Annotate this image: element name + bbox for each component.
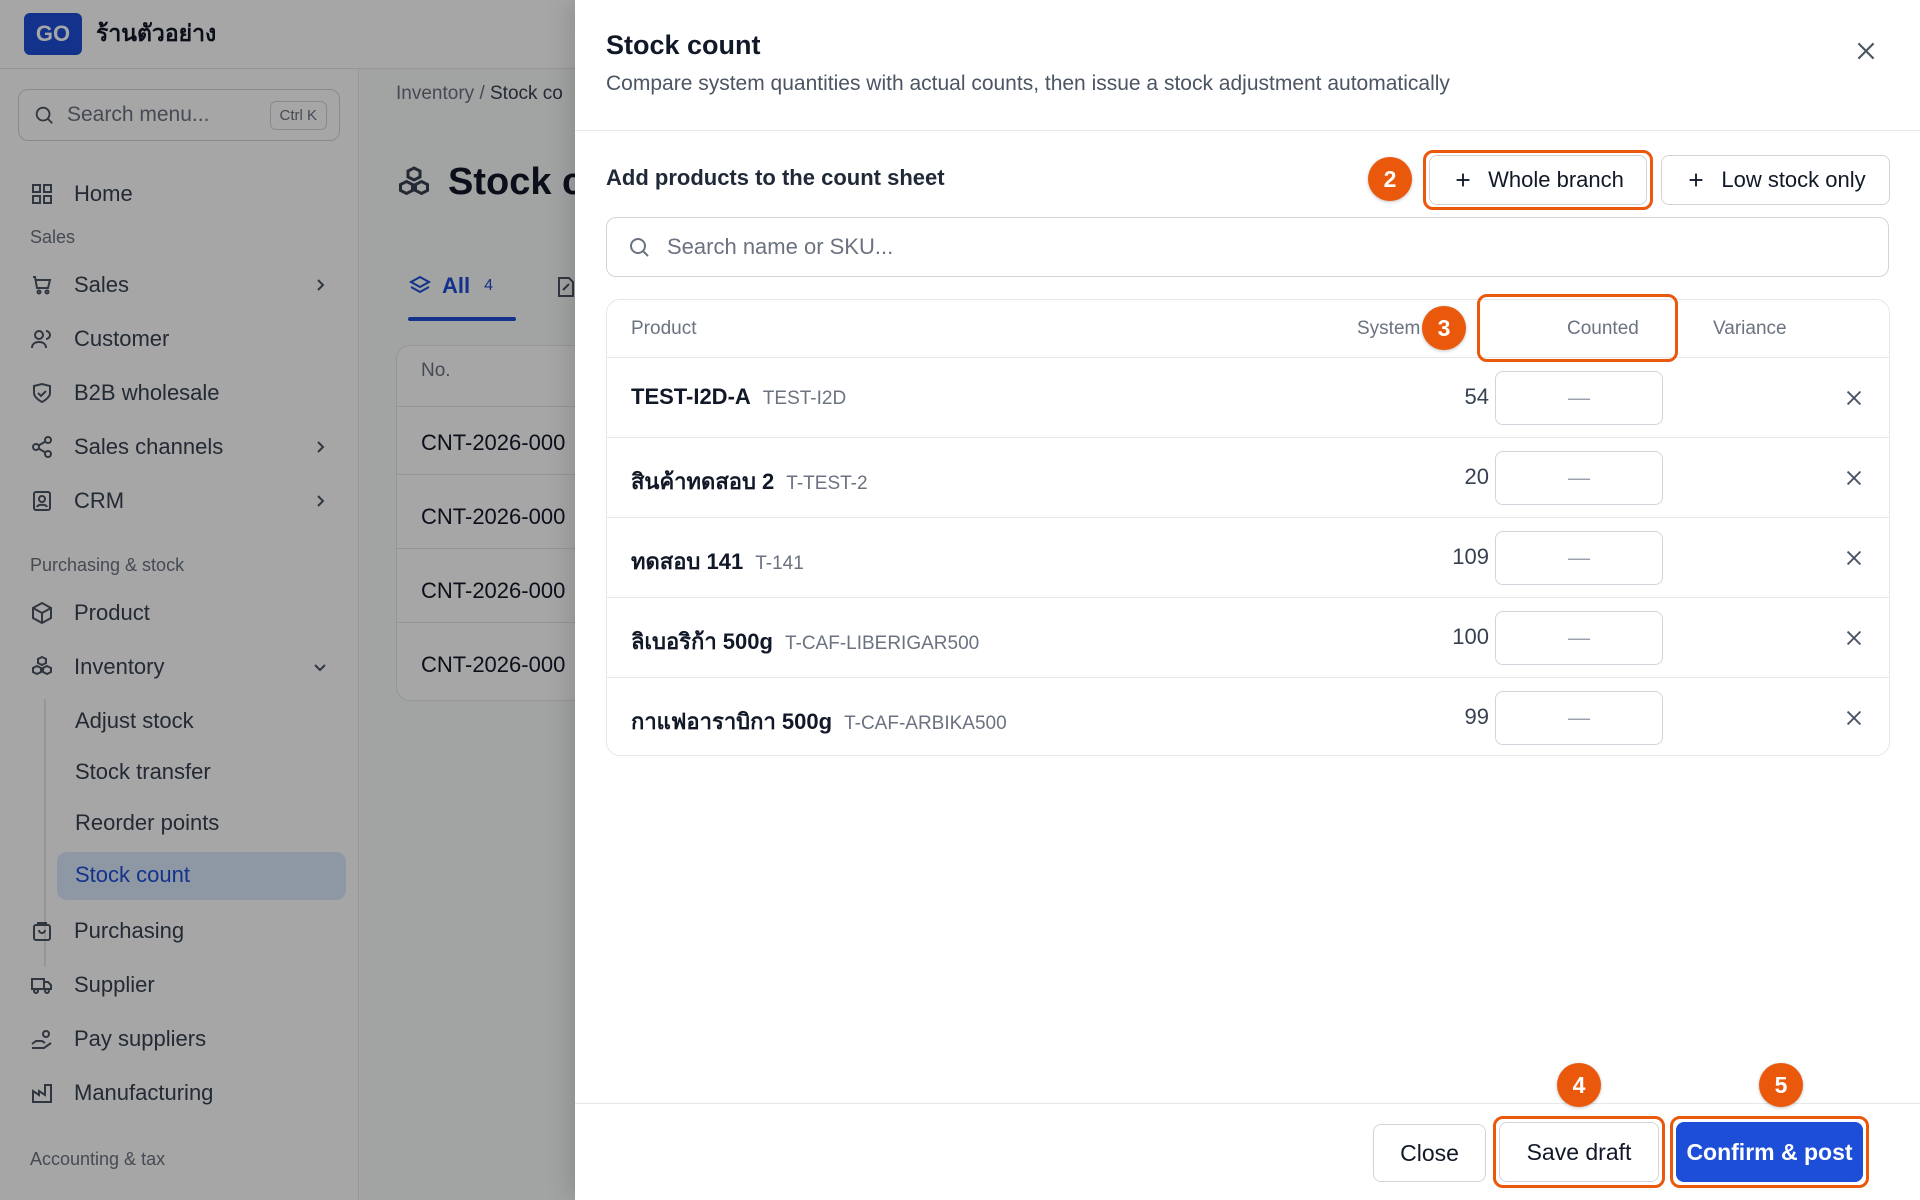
column-product: Product — [631, 318, 697, 339]
remove-row-icon[interactable] — [1843, 547, 1865, 569]
confirm-post-button[interactable]: Confirm & post — [1676, 1122, 1863, 1182]
counted-input[interactable] — [1495, 531, 1663, 585]
remove-row-icon[interactable] — [1843, 627, 1865, 649]
product-name-text: สินค้าทดสอบ 2 — [631, 469, 775, 494]
plus-icon — [1689, 173, 1703, 187]
add-products-label: Add products to the count sheet — [606, 165, 945, 190]
count-sheet-table: Product System Counted Variance TEST-I2D… — [606, 299, 1890, 756]
step-badge-2: 2 — [1368, 157, 1412, 201]
step-badge-4: 4 — [1557, 1063, 1601, 1107]
product-name: กาแฟอาราบิกา 500g T-CAF-ARBIKA500 — [631, 704, 1007, 739]
product-name-text: ลิเบอริก้า 500g — [631, 629, 773, 654]
search-icon — [630, 238, 649, 257]
column-counted: Counted — [1567, 318, 1639, 339]
header-divider — [575, 130, 1920, 131]
system-qty: 109 — [1452, 544, 1489, 569]
column-system: System — [1357, 318, 1421, 339]
drawer-subtitle: Compare system quantities with actual co… — [606, 72, 1450, 95]
save-draft-button[interactable]: Save draft — [1499, 1122, 1659, 1182]
stock-count-drawer: Stock count Compare system quantities wi… — [575, 0, 1920, 1200]
product-sku: T-TEST-2 — [786, 473, 868, 494]
drawer-title: Stock count — [606, 30, 761, 60]
counted-input[interactable] — [1495, 371, 1663, 425]
table-row: สินค้าทดสอบ 2 T-TEST-2 20 — [607, 438, 1889, 518]
remove-row-icon[interactable] — [1843, 467, 1865, 489]
table-row: ทดสอบ 141 T-141 109 — [607, 518, 1889, 598]
product-name: ลิเบอริก้า 500g T-CAF-LIBERIGAR500 — [631, 624, 979, 659]
product-name: TEST-I2D-A TEST-I2D — [631, 384, 846, 410]
product-sku: T-141 — [755, 553, 804, 574]
product-search-input[interactable] — [667, 234, 1867, 260]
product-name: สินค้าทดสอบ 2 T-TEST-2 — [631, 464, 868, 499]
step-badge-5: 5 — [1759, 1063, 1803, 1107]
counted-input[interactable] — [1495, 691, 1663, 745]
counted-input[interactable] — [1495, 451, 1663, 505]
column-variance: Variance — [1713, 318, 1787, 339]
close-button[interactable]: Close — [1373, 1124, 1486, 1182]
product-name-text: กาแฟอาราบิกา 500g — [631, 709, 833, 734]
table-header: Product System Counted Variance — [607, 300, 1889, 358]
low-stock-only-button[interactable]: Low stock only — [1661, 155, 1890, 205]
remove-row-icon[interactable] — [1843, 707, 1865, 729]
table-row: TEST-I2D-A TEST-I2D 54 — [607, 358, 1889, 438]
plus-icon — [1456, 173, 1470, 187]
low-stock-only-label: Low stock only — [1721, 167, 1866, 192]
system-qty: 20 — [1464, 464, 1489, 489]
counted-input[interactable] — [1495, 611, 1663, 665]
whole-branch-label: Whole branch — [1488, 167, 1624, 192]
remove-row-icon[interactable] — [1843, 387, 1865, 409]
system-qty: 100 — [1452, 624, 1489, 649]
product-name-text: TEST-I2D-A — [631, 384, 751, 409]
table-row: ลิเบอริก้า 500g T-CAF-LIBERIGAR500 100 — [607, 598, 1889, 678]
step-badge-3: 3 — [1422, 306, 1466, 350]
product-sku: T-CAF-LIBERIGAR500 — [784, 633, 980, 654]
product-name-text: ทดสอบ 141 — [631, 549, 744, 574]
table-row: กาแฟอาราบิกา 500g T-CAF-ARBIKA500 99 — [607, 678, 1889, 755]
system-qty: 99 — [1464, 704, 1489, 729]
product-sku: TEST-I2D — [762, 388, 847, 409]
close-icon[interactable] — [1853, 38, 1879, 64]
product-name: ทดสอบ 141 T-141 — [631, 544, 804, 579]
system-qty: 54 — [1464, 384, 1489, 409]
product-search[interactable] — [606, 217, 1889, 277]
whole-branch-button[interactable]: Whole branch — [1429, 155, 1647, 205]
footer-divider — [575, 1103, 1920, 1104]
product-sku: T-CAF-ARBIKA500 — [844, 713, 1007, 734]
